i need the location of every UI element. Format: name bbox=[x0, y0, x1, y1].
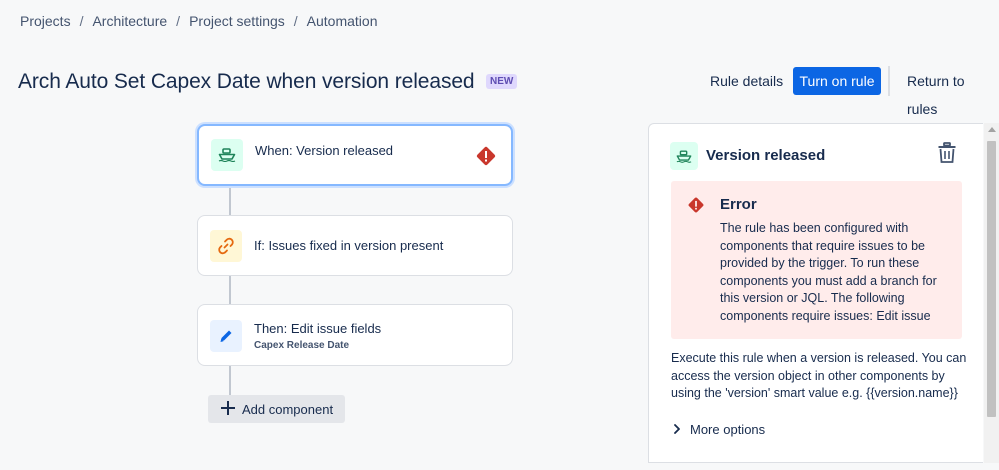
more-options-label: More options bbox=[690, 422, 766, 437]
plus-icon bbox=[220, 400, 236, 419]
breadcrumb-architecture[interactable]: Architecture bbox=[92, 13, 167, 29]
page-title: Arch Auto Set Capex Date when version re… bbox=[18, 70, 475, 93]
header-divider bbox=[888, 66, 890, 96]
component-details-panel: Version released Error The rule has been… bbox=[648, 123, 983, 463]
error-message: The rule has been configured with compon… bbox=[720, 221, 937, 323]
panel-title: Version released bbox=[706, 147, 826, 164]
link-icon bbox=[210, 230, 242, 262]
error-title: Error bbox=[720, 196, 757, 213]
breadcrumb-projects[interactable]: Projects bbox=[20, 13, 71, 29]
flow-connector bbox=[229, 366, 231, 396]
action-detail: Capex Release Date bbox=[254, 340, 350, 351]
delete-trash-icon[interactable] bbox=[937, 142, 957, 169]
chevron-right-icon bbox=[673, 422, 681, 437]
scroll-up-arrow-icon[interactable] bbox=[988, 127, 996, 132]
flow-connector bbox=[229, 276, 231, 304]
action-card[interactable]: Then: Edit issue fields Capex Release Da… bbox=[197, 304, 513, 366]
error-message-box: Error The rule has been configured with … bbox=[671, 181, 962, 339]
panel-scrollbar[interactable] bbox=[984, 123, 999, 463]
ship-icon bbox=[211, 139, 243, 171]
new-badge: NEW bbox=[486, 74, 518, 89]
add-component-button[interactable]: Add component bbox=[208, 395, 345, 423]
pencil-icon bbox=[210, 320, 242, 352]
breadcrumb-automation[interactable]: Automation bbox=[307, 13, 378, 29]
trigger-card[interactable]: When: Version released bbox=[197, 124, 513, 186]
breadcrumb: Projects / Architecture / Project settin… bbox=[20, 13, 378, 29]
turn-on-rule-button[interactable]: Turn on rule bbox=[793, 67, 881, 95]
error-icon bbox=[687, 196, 705, 219]
scrollbar-thumb[interactable] bbox=[987, 141, 996, 417]
condition-card[interactable]: If: Issues fixed in version present bbox=[197, 215, 513, 276]
breadcrumb-separator: / bbox=[293, 13, 298, 29]
breadcrumb-project-settings[interactable]: Project settings bbox=[189, 13, 285, 29]
rule-details-button[interactable]: Rule details bbox=[700, 67, 793, 95]
error-icon bbox=[475, 145, 497, 172]
ship-icon bbox=[670, 142, 698, 170]
condition-label: If: Issues fixed in version present bbox=[254, 238, 444, 253]
trigger-label: When: Version released bbox=[255, 143, 394, 158]
trigger-description: Execute this rule when a version is rele… bbox=[671, 351, 967, 400]
more-options-toggle[interactable]: More options bbox=[673, 422, 765, 437]
breadcrumb-separator: / bbox=[176, 13, 181, 29]
add-component-label: Add component bbox=[242, 401, 334, 417]
action-label: Then: Edit issue fields bbox=[254, 321, 382, 336]
flow-connector bbox=[229, 186, 231, 216]
return-to-rules-button[interactable]: Return to rules bbox=[897, 67, 999, 117]
breadcrumb-separator: / bbox=[79, 13, 84, 29]
